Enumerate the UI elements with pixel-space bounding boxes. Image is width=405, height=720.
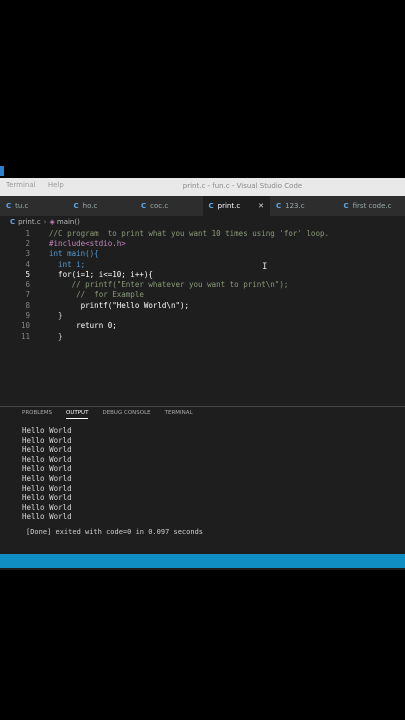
output-line: Hello World xyxy=(22,435,72,445)
tab-debug-console[interactable]: DEBUG CONSOLE xyxy=(102,410,150,419)
line-text: return 0; xyxy=(40,321,117,331)
panel-divider[interactable] xyxy=(0,406,405,407)
vscode-window: Terminal Help print.c - fun.c - Visual S… xyxy=(0,178,405,570)
tab-terminal[interactable]: TERMINAL xyxy=(165,410,193,419)
breadcrumb-file[interactable]: print.c xyxy=(18,218,41,226)
line-text: //C program to print what you want 10 ti… xyxy=(40,228,329,238)
line-text: } xyxy=(40,311,63,321)
output-line: Hello World xyxy=(22,445,72,455)
line-text: // for Example xyxy=(40,290,144,300)
output-line: Hello World xyxy=(22,454,72,464)
c-file-icon: C xyxy=(10,218,16,226)
output-line: Hello World xyxy=(22,502,72,512)
output-line: Hello World xyxy=(22,493,72,503)
tab-label: first code.c xyxy=(352,202,392,210)
panel-tabs: PROBLEMS OUTPUT DEBUG CONSOLE TERMINAL xyxy=(22,410,193,419)
tab-ho[interactable]: Cho.c xyxy=(68,196,136,216)
output-line: Hello World xyxy=(22,483,72,493)
line-number: 2 xyxy=(25,238,30,248)
tab-123[interactable]: C 123.c xyxy=(270,196,338,216)
line-text: #include<stdio.h> xyxy=(40,238,126,248)
line-text: int main(){ xyxy=(40,249,99,259)
c-file-icon: C xyxy=(6,202,12,210)
output-line: Hello World xyxy=(22,464,72,474)
tab-tu[interactable]: Ctu.c xyxy=(0,196,68,216)
text-cursor-icon: I xyxy=(262,262,268,272)
c-file-icon: C xyxy=(276,202,282,210)
line-number: 5 xyxy=(25,269,30,279)
tab-print[interactable]: Cprint.c ✕ xyxy=(202,196,270,216)
code-editor[interactable]: 1 //C program to print what you want 10 … xyxy=(0,228,405,388)
code-line: 4 int i; xyxy=(0,259,405,269)
tab-label: ho.c xyxy=(82,202,98,210)
line-text: } xyxy=(40,331,63,341)
window-title: print.c - fun.c - Visual Studio Code xyxy=(182,182,303,190)
title-bar: Terminal Help print.c - fun.c - Visual S… xyxy=(0,178,405,196)
tab-label: 123.c xyxy=(285,202,305,210)
code-line: 11 } xyxy=(0,331,405,341)
tab-label: coc.c xyxy=(150,202,169,210)
output-panel[interactable]: Hello World Hello World Hello World Hell… xyxy=(22,426,72,522)
breadcrumb-symbol[interactable]: main() xyxy=(57,218,80,226)
close-icon[interactable]: ✕ xyxy=(258,202,264,210)
code-line: 7 // for Example xyxy=(0,290,405,300)
tab-coc[interactable]: Ccoc.c xyxy=(135,196,203,216)
editor-tabs: Ctu.c Cho.c Ccoc.c Cprint.c ✕ C 123.c Cfir… xyxy=(0,196,405,216)
status-bar xyxy=(0,554,405,568)
code-line: 10 return 0; xyxy=(0,321,405,331)
line-number: 1 xyxy=(25,228,30,238)
line-text: // printf("Enter whatever you want to pr… xyxy=(40,280,289,290)
c-file-icon: C xyxy=(73,202,79,210)
code-line: 6 // printf("Enter whatever you want to … xyxy=(0,279,405,289)
breadcrumb: C print.c › ◈ main() xyxy=(0,216,405,228)
line-number: 8 xyxy=(25,300,30,310)
chevron-right-icon: › xyxy=(43,218,47,226)
cube-icon: ◈ xyxy=(49,218,55,226)
line-number: 9 xyxy=(25,311,30,321)
tab-problems[interactable]: PROBLEMS xyxy=(22,410,52,419)
line-text: for(i=1; i<=10; i++){ xyxy=(40,269,153,279)
line-text: int i; xyxy=(40,259,86,269)
code-line: 5 for(i=1; i<=10; i++){ xyxy=(0,269,405,279)
tab-label: tu.c xyxy=(15,202,29,210)
output-line: Hello World xyxy=(22,473,72,483)
output-line: Hello World xyxy=(22,426,72,435)
code-line: 1 //C program to print what you want 10 … xyxy=(0,228,405,238)
tab-label: print.c xyxy=(217,202,241,210)
line-number: 3 xyxy=(25,249,30,259)
code-line: 8 printf("Hello World\n"); xyxy=(0,300,405,310)
line-number: 10 xyxy=(20,321,30,331)
line-number: 4 xyxy=(25,259,30,269)
background-glow xyxy=(0,166,4,176)
done-message: [Done] exited with code=0 in 0.097 secon… xyxy=(26,528,204,536)
c-file-icon: C xyxy=(208,202,214,210)
code-line: 9 } xyxy=(0,310,405,320)
code-line: 2 #include<stdio.h> xyxy=(0,238,405,248)
line-text: printf("Hello World\n"); xyxy=(40,300,190,310)
tab-output[interactable]: OUTPUT xyxy=(66,410,89,419)
line-number: 7 xyxy=(25,290,30,300)
output-line: Hello World xyxy=(22,512,72,522)
c-file-icon: C xyxy=(141,202,147,210)
line-number: 11 xyxy=(20,331,30,341)
code-line: 3 int main(){ xyxy=(0,249,405,259)
tab-first-code[interactable]: Cfirst code.c xyxy=(338,196,405,216)
c-file-icon: C xyxy=(343,202,349,210)
line-number: 6 xyxy=(25,280,30,290)
